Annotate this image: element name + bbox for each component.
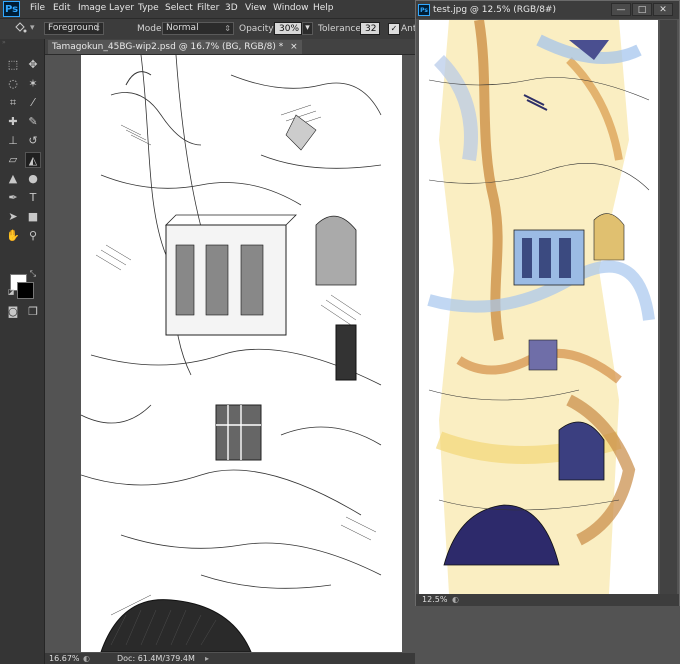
swap-colors-icon[interactable]: ⤡ <box>25 266 41 282</box>
opacity-label: Opacity: <box>239 24 276 34</box>
dodge-tool-icon[interactable]: ● <box>25 171 41 187</box>
paint-bucket-tool-icon[interactable]: ◭ <box>25 152 41 168</box>
status-bar: 16.67% ◐ Doc: 61.4M/379.4M ▸ <box>45 653 415 664</box>
status-info-icon[interactable]: ◐ <box>83 653 90 664</box>
menu-type[interactable]: Type <box>138 3 159 13</box>
background-color-swatch[interactable] <box>17 282 34 299</box>
options-bar: ▾ Foreground ⇕ Mode: Normal ⇕ Opacity: 3… <box>0 19 419 40</box>
window-ps-logo: Ps <box>418 4 430 16</box>
zoom-tool-icon[interactable]: ⚲ <box>25 228 41 244</box>
pencil-sketch-artwork <box>81 55 382 652</box>
mode-label: Mode: <box>137 24 165 34</box>
floating-document-window[interactable]: Ps test.jpg @ 12.5% (RGB/8#) — □ ✕ 12.5%… <box>415 0 680 606</box>
minimize-button[interactable]: — <box>611 3 631 16</box>
magic-wand-tool-icon[interactable]: ✶ <box>25 76 41 92</box>
mode-select[interactable]: Normal ⇕ <box>162 22 234 35</box>
eraser-tool-icon[interactable]: ▱ <box>5 152 21 168</box>
window-canvas[interactable] <box>419 20 658 594</box>
move-tool-icon[interactable]: ✥ <box>25 57 41 73</box>
window-status-info-icon[interactable]: ◐ <box>452 594 459 605</box>
menu-3d[interactable]: 3D <box>225 3 238 13</box>
fill-source-chevron-icon: ⇕ <box>94 24 101 33</box>
document-tab-title: Tamagokun_45BG-wip2.psd @ 16.7% (BG, RGB… <box>52 42 284 52</box>
window-title: test.jpg @ 12.5% (RGB/8#) <box>433 5 556 15</box>
rectangle-tool-icon[interactable]: ■ <box>25 209 41 225</box>
menu-select[interactable]: Select <box>165 3 193 13</box>
clone-stamp-tool-icon[interactable]: ⊥ <box>5 133 21 149</box>
menu-filter[interactable]: Filter <box>197 3 219 13</box>
document-tab[interactable]: Tamagokun_45BG-wip2.psd @ 16.7% (BG, RGB… <box>48 40 302 54</box>
window-status-bar: 12.5% ◐ <box>416 594 679 606</box>
fill-source-value: Foreground <box>48 23 100 33</box>
photoshop-logo: Ps <box>3 1 20 17</box>
status-arrow-icon[interactable]: ▸ <box>205 653 209 664</box>
healing-brush-tool-icon[interactable]: ✚ <box>5 114 21 130</box>
hand-tool-icon[interactable]: ✋ <box>5 228 21 244</box>
lasso-tool-icon[interactable]: ◌ <box>5 76 21 92</box>
maximize-button[interactable]: □ <box>632 3 652 16</box>
watercolor-sketch-artwork <box>419 20 658 594</box>
window-title-bar[interactable]: Ps test.jpg @ 12.5% (RGB/8#) — □ ✕ <box>416 1 679 19</box>
brush-tool-icon[interactable]: ✎ <box>25 114 41 130</box>
close-button[interactable]: ✕ <box>653 3 673 16</box>
type-tool-icon[interactable]: T <box>25 190 41 206</box>
opacity-input[interactable]: 30% <box>274 22 302 35</box>
eyedropper-tool-icon[interactable]: ⁄ <box>25 95 41 111</box>
menu-view[interactable]: View <box>245 3 266 13</box>
blur-tool-icon[interactable]: ▲ <box>5 171 21 187</box>
antialias-checkbox[interactable]: ✓ <box>388 23 400 35</box>
fill-source-select[interactable]: Foreground ⇕ <box>44 22 104 35</box>
pen-tool-icon[interactable]: ✒ <box>5 190 21 206</box>
mode-value: Normal <box>166 23 199 33</box>
menu-edit[interactable]: Edit <box>53 3 70 13</box>
paint-bucket-preset-icon[interactable] <box>12 21 28 37</box>
window-scrollbar[interactable] <box>660 20 677 594</box>
tolerance-label: Tolerance: <box>318 24 364 34</box>
crop-tool-icon[interactable]: ⌗ <box>5 95 21 111</box>
panel-grip[interactable]: » <box>2 40 42 46</box>
mode-chevron-icon: ⇕ <box>224 24 231 33</box>
opacity-chevron-icon[interactable]: ▾ <box>302 22 313 35</box>
tolerance-input[interactable]: 32 <box>360 22 380 35</box>
menu-file[interactable]: File <box>30 3 45 13</box>
zoom-level[interactable]: 16.67% <box>49 653 80 664</box>
tools-panel: » ⬚ ✥ ◌ ✶ ⌗ ⁄ ✚ ✎ ⊥ ↺ ▱ ◭ ▲ ● ✒ T ➤ ■ ✋ … <box>0 39 45 664</box>
document-canvas[interactable] <box>81 55 402 652</box>
menu-help[interactable]: Help <box>313 3 334 13</box>
quick-mask-icon[interactable]: ◙ <box>5 304 21 320</box>
marquee-tool-icon[interactable]: ⬚ <box>5 57 21 73</box>
path-selection-tool-icon[interactable]: ➤ <box>5 209 21 225</box>
menu-layer[interactable]: Layer <box>109 3 134 13</box>
preset-chevron-icon[interactable]: ▾ <box>30 23 35 33</box>
screen-mode-icon[interactable]: ❐ <box>25 304 41 320</box>
history-brush-tool-icon[interactable]: ↺ <box>25 133 41 149</box>
menu-image[interactable]: Image <box>78 3 106 13</box>
document-tab-close-icon[interactable]: × <box>290 42 298 52</box>
default-colors-icon[interactable]: ◪ <box>3 284 19 300</box>
doc-size-info: Doc: 61.4M/379.4M <box>117 654 195 663</box>
window-zoom-level[interactable]: 12.5% <box>422 594 447 605</box>
menu-window[interactable]: Window <box>273 3 309 13</box>
